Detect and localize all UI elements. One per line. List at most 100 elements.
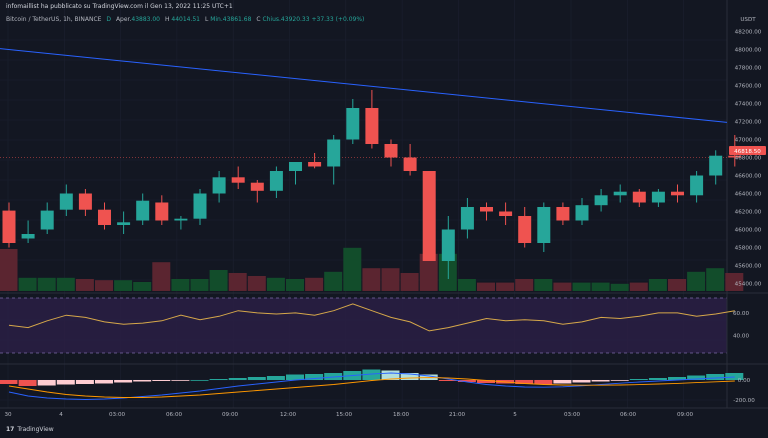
macd-histogram-bar (572, 380, 591, 383)
tradingview-logo-icon: 17 (6, 426, 15, 433)
macd-histogram-bar (114, 380, 133, 383)
price-axis-label: 46200.00 (735, 210, 762, 216)
volume-bar (534, 279, 553, 291)
time-axis-label: 30 (4, 412, 12, 418)
open-value: 43883.00 (131, 16, 161, 23)
candle-body (117, 222, 131, 225)
volume-bar (687, 271, 706, 291)
open-label: Aper. (115, 16, 132, 23)
candle-body (403, 157, 417, 171)
volume-bar (171, 279, 190, 291)
close-label: C (256, 16, 261, 23)
candle-body (518, 216, 532, 243)
volume-bar (668, 279, 686, 291)
macd-histogram-bar (133, 380, 152, 382)
volume-bar (362, 268, 381, 291)
time-axis-label: 4 (59, 412, 63, 418)
time-axis-label: 15:00 (336, 412, 353, 418)
candle-body (709, 155, 723, 176)
price-axis-label: 47200.00 (735, 120, 762, 126)
volume-bar (648, 279, 667, 291)
time-axis-label: 06:00 (166, 412, 183, 418)
candle-body (632, 191, 646, 203)
candle-body (499, 211, 513, 216)
volume-bar (114, 280, 133, 291)
price-axis-label: 45800.00 (735, 246, 762, 252)
volume-bar (324, 271, 343, 291)
current-price-label: 46818.50 (729, 146, 766, 155)
price-axis-label: 47400.00 (735, 102, 762, 108)
macd-histogram-bar (37, 380, 56, 386)
volume-bar (610, 283, 629, 291)
candle-body (231, 177, 245, 183)
macd-histogram-bar (56, 380, 75, 385)
volume-bar (477, 282, 495, 291)
candle-body (40, 210, 54, 230)
candle-body (422, 171, 436, 261)
candle-body (327, 139, 341, 167)
volume-bar (572, 282, 591, 291)
macd-histogram-bar (18, 380, 37, 386)
change-value: +37.33 (+0.09%) (311, 16, 365, 23)
current-price-text: 46818.50 (734, 149, 761, 155)
volume-bar (209, 270, 228, 291)
candle-body (174, 218, 188, 221)
candle-body (289, 162, 302, 171)
volume-bar (496, 282, 515, 291)
candle-body (556, 207, 570, 221)
candle-body (193, 193, 207, 219)
volume-bar (190, 279, 209, 291)
macd-histogram-bar (553, 380, 572, 384)
candle-body (384, 144, 398, 158)
macd-histogram-bar (171, 380, 190, 381)
symbol-legend: Bitcoin / TetherUS, 1h, BINANCE D Aper.4… (6, 16, 364, 23)
candle-body (613, 191, 627, 196)
volume-bar (629, 282, 648, 291)
macd-histogram-bar (152, 380, 171, 381)
candle-body (365, 108, 379, 144)
macd-histogram-bar (228, 378, 247, 380)
price-axis-currency: USDT (740, 17, 756, 23)
macd-histogram-bar (591, 380, 610, 382)
price-axis-label: 46600.00 (735, 174, 762, 180)
volume-bar (305, 277, 324, 291)
volume-bar (75, 279, 94, 291)
volume-bar (18, 277, 37, 291)
candle-body (690, 175, 704, 196)
chart-canvas[interactable]: USDT 48200.00 48000.00 47800.00 47600.00 474… (0, 0, 768, 438)
time-axis-label: 03:00 (109, 412, 126, 418)
status-letter: D (106, 16, 112, 23)
brand-name: TradingView (17, 426, 54, 433)
candle-body (308, 162, 322, 167)
time-axis-label: 06:00 (620, 412, 637, 418)
candle-body (2, 210, 16, 243)
macd-histogram-bar (0, 380, 18, 384)
macd-histogram-bar (266, 376, 285, 380)
candle-body (480, 207, 493, 212)
rsi-band (0, 298, 727, 353)
symbol-name[interactable]: Bitcoin / TetherUS, 1h, BINANCE (6, 16, 101, 23)
low-value: Min.43861.68 (210, 16, 252, 23)
macd-histogram-bar (75, 380, 94, 384)
candle-body (537, 207, 551, 243)
candle-body (78, 193, 92, 210)
macd-axis-label: 0.00 (738, 378, 751, 384)
published-by-text: infomaillist ha pubblicato su TradingVie… (6, 3, 233, 10)
candle-body (651, 191, 665, 203)
volume-bar (515, 279, 534, 291)
volume-bar (381, 268, 400, 291)
volume-bar (133, 282, 152, 291)
price-axis-label: 47000.00 (735, 138, 762, 144)
price-axis-label: 47600.00 (735, 84, 762, 90)
macd-axis-label: -200.00 (733, 398, 755, 404)
volume-bar (706, 268, 725, 291)
price-axis-label: 47800.00 (735, 66, 762, 72)
macd-histogram-bar (648, 378, 667, 380)
footer-brand[interactable]: 17 TradingView (6, 426, 54, 433)
volume-bar (400, 273, 419, 291)
time-axis-label: 09:00 (222, 412, 239, 418)
low-label: L (204, 16, 209, 23)
volume-bar (37, 277, 56, 291)
price-axis-label: 48000.00 (735, 48, 762, 54)
price-axis-label: 46800.00 (735, 156, 762, 162)
